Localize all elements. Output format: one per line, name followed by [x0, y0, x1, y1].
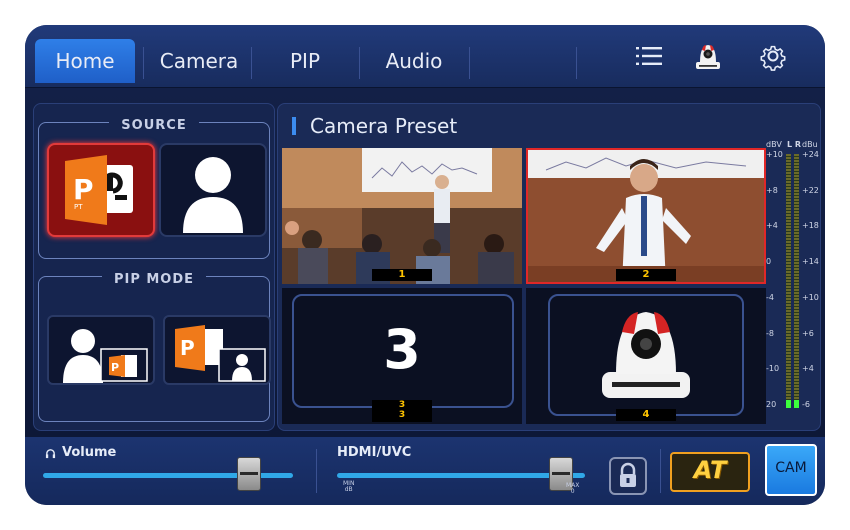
meter-scale-left-label: +4 — [766, 221, 778, 231]
audio-level-meter: dBV L R dBu +10 +8 +4 0 -4 -8 -10 20 +24 +22 +18 +1… — [766, 140, 819, 409]
preset-number-label: 3 3 — [372, 400, 432, 422]
meter-scale-right-label: -6 — [802, 400, 810, 409]
meter-scale-left-label: -10 — [766, 364, 780, 374]
bottom-control-bar: Volume HDMI/UVC MIN dB MAX 0 AT CAM — [25, 437, 825, 505]
volume-slider-knob[interactable] — [237, 457, 261, 491]
source-person-button[interactable] — [159, 143, 267, 237]
pip-ppt-person-button[interactable]: P — [163, 315, 271, 385]
tab-pip[interactable]: PIP — [251, 39, 359, 83]
preset-4-thumbnail[interactable]: 4 — [526, 288, 766, 424]
pip-mode-title: PIP MODE — [101, 272, 207, 287]
lecture-hall-photo — [282, 148, 522, 284]
preset-number-label: 1 — [372, 269, 432, 281]
tab-camera[interactable]: Camera — [147, 39, 251, 83]
meter-scale-left-label: +8 — [766, 185, 778, 195]
meter-scale-right-label: +22 — [802, 185, 819, 195]
person-with-ppt-pip-icon: P — [63, 329, 148, 383]
powerpoint-icon: P PT — [65, 155, 133, 225]
meter-scale-right-label: +4 — [802, 364, 814, 374]
left-panel: SOURCE P PT PIP MODE P P — [33, 103, 275, 431]
divider — [316, 449, 317, 493]
presenter-closeup-photo — [526, 148, 766, 284]
top-navigation-bar: Home Camera PIP Audio — [25, 25, 825, 88]
source-group: SOURCE P PT — [38, 118, 270, 259]
meter-scale-left-label: +10 — [766, 150, 783, 159]
lock-icon — [620, 462, 636, 487]
gear-icon[interactable] — [758, 41, 788, 71]
preset-2-thumbnail[interactable]: 2 — [526, 148, 766, 284]
tab-divider — [143, 47, 144, 79]
preset-big-number: 3 — [383, 318, 421, 381]
tab-home[interactable]: Home — [35, 39, 135, 83]
app-window: Home Camera PIP Audio SOURCE P PT PIP MO… — [25, 25, 825, 505]
source-title: SOURCE — [109, 118, 199, 133]
meter-scale-left-label: -8 — [766, 328, 774, 338]
svg-text:PT: PT — [74, 203, 83, 211]
tab-audio[interactable]: Audio — [359, 39, 469, 83]
at-label: AT — [693, 456, 727, 484]
meter-scale-left-label: -4 — [766, 292, 774, 302]
pip-person-ppt-button[interactable]: P — [47, 315, 155, 385]
meter-right-channel — [794, 154, 799, 408]
meter-scale-right-label: +18 — [802, 221, 819, 231]
slider-min-label: MIN dB — [343, 480, 355, 493]
ptz-camera-icon[interactable] — [693, 41, 723, 71]
preset-number-label: 2 — [616, 269, 676, 281]
person-icon — [183, 157, 243, 233]
meter-scale-right-label: +14 — [802, 257, 819, 267]
meter-scale-right-label: +6 — [802, 328, 814, 338]
panel-title: Camera Preset — [292, 114, 457, 138]
camera-preset-panel: Camera Preset 1 2 3 3 3 4 dBV L R dBu +1… — [277, 103, 821, 431]
tab-divider — [469, 47, 470, 79]
meter-scale-right-label: +24 — [802, 150, 819, 159]
lock-button[interactable] — [609, 457, 647, 495]
meter-left-channel — [786, 154, 791, 408]
divider — [660, 449, 661, 493]
preset-number-label: 4 — [616, 409, 676, 421]
title-accent-bar — [292, 117, 296, 135]
volume-label: Volume — [62, 445, 117, 460]
list-icon[interactable] — [634, 41, 664, 71]
ptz-camera-icon — [602, 312, 690, 398]
cam-label: CAM — [775, 460, 807, 476]
meter-scale-left-label: 20 — [766, 400, 777, 409]
auto-tracking-button[interactable]: AT — [670, 452, 750, 492]
cam-button[interactable]: CAM — [765, 444, 817, 496]
ppt-with-person-pip-icon: P — [175, 325, 266, 382]
hdmi-slider-track[interactable] — [337, 473, 585, 478]
tab-divider — [576, 47, 577, 79]
svg-text:P: P — [73, 173, 94, 206]
meter-scale-left-label: 0 — [766, 257, 772, 267]
preset-3-thumbnail[interactable]: 3 3 3 — [282, 288, 522, 424]
headphones-icon — [45, 449, 56, 459]
slider-max-label: MAX 0 — [566, 482, 580, 495]
source-ppt-button[interactable]: P PT — [47, 143, 155, 237]
pip-mode-group: PIP MODE P P — [38, 272, 271, 422]
hdmi-uvc-label: HDMI/UVC — [337, 445, 412, 460]
meter-scale-right-label: +10 — [802, 292, 819, 302]
preset-1-thumbnail[interactable]: 1 — [282, 148, 522, 284]
svg-text:P: P — [180, 336, 195, 360]
svg-text:P: P — [111, 361, 119, 374]
